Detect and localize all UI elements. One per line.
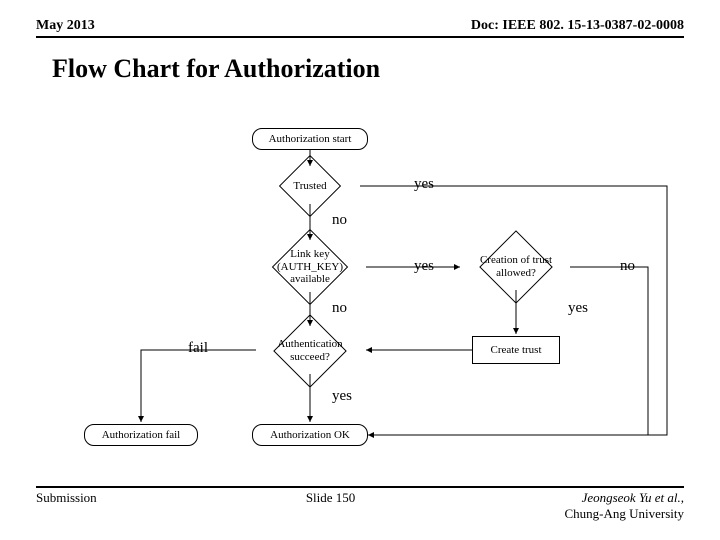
node-linkkey-label: Link key (AUTH_KEY) available bbox=[254, 248, 366, 286]
slide-footer: Submission Slide 150 Jeongseok Yu et al.… bbox=[36, 486, 684, 522]
node-authok: Authorization OK bbox=[252, 424, 368, 446]
label-linkkey-yes: yes bbox=[414, 258, 434, 275]
footer-center: Slide 150 bbox=[306, 490, 355, 522]
header-date: May 2013 bbox=[36, 18, 95, 34]
footer-right: Jeongseok Yu et al., Chung-Ang Universit… bbox=[564, 490, 684, 522]
label-linkkey-no: no bbox=[332, 300, 347, 317]
node-trusted-label: Trusted bbox=[289, 180, 330, 193]
node-authfail: Authorization fail bbox=[84, 424, 198, 446]
node-authok-label: Authorization OK bbox=[270, 429, 350, 442]
label-trustallowed-no: no bbox=[620, 258, 635, 275]
node-createtrust: Create trust bbox=[472, 336, 560, 364]
label-trusted-no: no bbox=[332, 212, 347, 229]
node-createtrust-label: Create trust bbox=[490, 344, 541, 357]
node-start-label: Authorization start bbox=[269, 133, 352, 146]
node-authsucceed: Authentication succeed? bbox=[256, 328, 364, 374]
footer-author: Jeongseok Yu et al., bbox=[582, 490, 684, 505]
header-docnum: Doc: IEEE 802. 15-13-0387-02-0008 bbox=[471, 18, 684, 34]
label-trustallowed-yes: yes bbox=[568, 300, 588, 317]
node-authfail-label: Authorization fail bbox=[102, 429, 181, 442]
slide-header: May 2013 Doc: IEEE 802. 15-13-0387-02-00… bbox=[36, 18, 684, 38]
footer-left: Submission bbox=[36, 490, 97, 522]
label-authsucceed-fail: fail bbox=[188, 340, 208, 357]
node-linkkey: Link key (AUTH_KEY) available bbox=[254, 242, 366, 292]
slide-title: Flow Chart for Authorization bbox=[52, 54, 380, 84]
node-trusted: Trusted bbox=[260, 168, 360, 204]
node-trustallowed: Creation of trust allowed? bbox=[462, 244, 570, 290]
label-authsucceed-yes: yes bbox=[332, 388, 352, 405]
node-start: Authorization start bbox=[252, 128, 368, 150]
label-trusted-yes: yes bbox=[414, 176, 434, 193]
node-trustallowed-label: Creation of trust allowed? bbox=[462, 254, 570, 279]
footer-affiliation: Chung-Ang University bbox=[564, 506, 684, 521]
node-authsucceed-label: Authentication succeed? bbox=[256, 338, 364, 363]
